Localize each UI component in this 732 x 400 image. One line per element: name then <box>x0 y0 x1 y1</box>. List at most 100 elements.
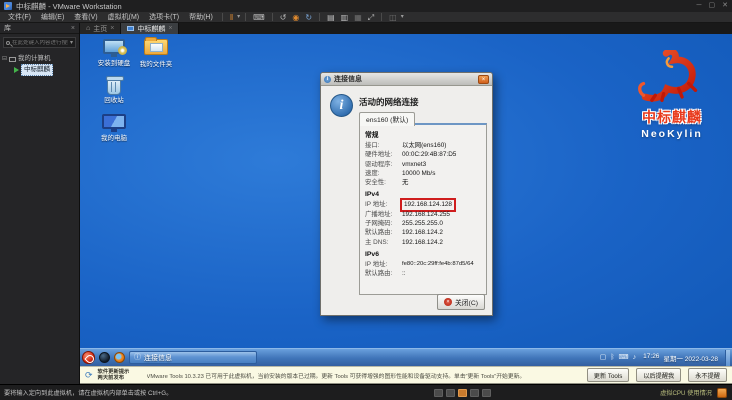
guest-desktop[interactable]: 安装到硬盘 我的文件夹 回收站 我的电脑 <box>80 34 732 366</box>
info-row: IP 地址:fe80::20c:29ff:fe4b:87d5/64 <box>365 260 481 269</box>
input-method-icon[interactable]: ⌨ <box>619 349 629 367</box>
dialog-body: i 活动的网络连接 ens160 (默认) 常规 接口:以太网(ens160) … <box>321 86 492 316</box>
computer-icon <box>9 57 16 62</box>
info-row: 接口:以太网(ens160) <box>365 141 481 150</box>
cdrom-icon[interactable] <box>446 389 455 397</box>
folder-icon <box>144 39 168 55</box>
toolbar-separator <box>319 13 320 21</box>
usb-icon[interactable] <box>470 389 479 397</box>
dialog-heading: 活动的网络连接 <box>359 96 419 108</box>
firefox-icon[interactable] <box>114 352 125 363</box>
app-launcher-icon[interactable] <box>99 352 110 363</box>
close-icon: × <box>444 298 452 306</box>
status-right-text: 虚拟CPU 使用情况 <box>660 388 712 397</box>
network-details-panel: 常规 接口:以太网(ens160) 硬件地址:00:0C:29:4B:87:D5… <box>359 123 487 295</box>
tab-close-icon[interactable]: × <box>110 25 114 32</box>
desktop-icon-install[interactable]: 安装到硬盘 <box>94 39 134 68</box>
remind-later-button[interactable]: 以后提醒我 <box>636 368 681 382</box>
info-row: 默认路由::: <box>365 269 481 278</box>
tree-item-label: 中标麒麟 <box>21 64 53 76</box>
taskbar-clock[interactable]: 17:26 星期一 2022-03-28 <box>640 353 721 363</box>
guest-taskbar: ⓘ 连接信息 ▢ ᛒ ⌨ ♪ 17:26 星期一 2022-03-28 <box>80 348 732 366</box>
title-bar: 中标麒麟 - VMware Workstation ─ ▢ ✕ <box>0 0 732 12</box>
library-close-icon[interactable]: × <box>71 25 75 32</box>
show-library-icon[interactable]: ▤ <box>324 12 338 23</box>
desktop-icon-my-computer[interactable]: 我的电脑 <box>94 114 134 143</box>
suspend-caret-icon[interactable]: ▾ <box>236 12 241 23</box>
info-row: 子网掩码:255.255.255.0 <box>365 219 481 228</box>
tab-vm-neokylin[interactable]: 中标麒麟 × <box>121 23 179 34</box>
maximize-button[interactable]: ▢ <box>709 0 716 12</box>
system-tray: ▢ ᛒ ⌨ ♪ 17:26 星期一 2022-03-28 <box>600 349 730 367</box>
thumbnail-bar-icon[interactable]: ▥ <box>338 12 352 23</box>
toolbar-separator <box>272 13 273 21</box>
snapshot-revert-icon[interactable]: ↺ <box>277 12 290 23</box>
expander-icon[interactable]: ⊟ <box>2 54 7 64</box>
taskbar-window-button[interactable]: ⓘ 连接信息 <box>129 351 257 364</box>
tab-close-icon[interactable]: × <box>168 25 172 32</box>
tab-vm-label: 中标麒麟 <box>137 24 165 34</box>
clock-time: 17:26 <box>643 353 659 363</box>
menu-bar: 文件(F) 编辑(E) 查看(V) 虚拟机(M) 选项卡(T) 帮助(H) ‖ … <box>0 12 732 23</box>
info-icon: ⓘ <box>134 351 141 364</box>
search-input[interactable] <box>12 40 68 46</box>
kylin-figure-icon <box>630 50 714 102</box>
chevron-down-icon[interactable]: ▾ <box>70 39 73 46</box>
vmware-status-bar: 要将输入定向到此虚拟机，请在虚拟机内部单击或按 Ctrl+G。 虚拟CPU 使用… <box>0 384 732 400</box>
logo-title-cn: 中标麒麟 <box>624 107 720 127</box>
suspend-icon[interactable]: ‖ <box>227 12 236 23</box>
library-title: 库 <box>4 23 11 33</box>
tab-home[interactable]: ⌂ 主页 × <box>80 23 121 34</box>
menu-help[interactable]: 帮助(H) <box>184 12 218 23</box>
close-button[interactable]: ✕ <box>722 0 728 12</box>
fullscreen-icon[interactable]: ⤢ <box>365 12 377 23</box>
menu-file[interactable]: 文件(F) <box>3 12 36 23</box>
dialog-close-icon[interactable]: × <box>478 75 489 84</box>
snapshot-manage-icon[interactable]: ↻ <box>302 12 315 23</box>
volume-icon[interactable]: ♪ <box>633 349 637 367</box>
menu-vm[interactable]: 虚拟机(M) <box>103 12 145 23</box>
info-row: 驱动程序:vmxnet3 <box>365 160 481 169</box>
dialog-close-button[interactable]: × 关闭(C) <box>437 294 485 310</box>
ctrl-alt-del-icon[interactable]: ⌨ <box>250 12 268 23</box>
never-remind-button[interactable]: 永不提醒 <box>688 368 727 382</box>
network-adapter-icon[interactable] <box>458 389 467 397</box>
minimize-button[interactable]: ─ <box>697 0 702 12</box>
harddisk-icon[interactable] <box>434 389 443 397</box>
desktop-icon-my-folder[interactable]: 我的文件夹 <box>136 39 176 69</box>
view-caret-icon[interactable]: ▾ <box>400 12 405 23</box>
section-ipv4: IPv4 <box>365 191 481 198</box>
unity-icon[interactable]: ◫ <box>386 12 400 23</box>
menu-edit[interactable]: 编辑(E) <box>36 12 69 23</box>
tab-ens160[interactable]: ens160 (默认) <box>359 112 415 126</box>
library-search[interactable]: ▾ <box>3 37 76 48</box>
connection-info-dialog: i 连接信息 × i 活动的网络连接 ens160 (默认) 常规 接口:以太网… <box>320 72 493 316</box>
menu-view[interactable]: 查看(V) <box>69 12 102 23</box>
menu-tabs[interactable]: 选项卡(T) <box>144 12 184 23</box>
my-computer-icon <box>102 114 126 129</box>
section-general: 常规 <box>365 129 481 139</box>
bluetooth-icon[interactable]: ᛒ <box>610 349 614 367</box>
message-indicator-icon[interactable] <box>717 388 727 398</box>
console-view-icon[interactable]: ▦ <box>351 12 365 23</box>
desktop-icon-recycle-bin[interactable]: 回收站 <box>94 78 134 105</box>
tree-item-my-computer[interactable]: ⊟ 我的计算机 <box>2 54 77 64</box>
search-icon <box>6 41 10 45</box>
sound-icon[interactable] <box>482 389 491 397</box>
update-tools-button[interactable]: 更新 Tools <box>587 368 630 382</box>
start-menu-icon[interactable] <box>82 351 95 364</box>
neokylin-logo: 中标麒麟 NeoKylin <box>624 50 720 140</box>
library-sidebar: 库 × ▾ ⊟ 我的计算机 中标麒麟 <box>0 23 80 384</box>
library-header: 库 × <box>0 23 79 34</box>
dialog-title: 连接信息 <box>334 74 362 84</box>
info-row-ip-address: IP 地址:192.168.124.128 <box>365 200 481 209</box>
network-tray-icon[interactable]: ▢ <box>600 349 607 367</box>
section-ipv6: IPv6 <box>365 251 481 258</box>
show-desktop-button[interactable] <box>725 350 730 366</box>
taskbar-window-label: 连接信息 <box>144 353 172 363</box>
tree-item-neokylin[interactable]: 中标麒麟 <box>2 64 77 76</box>
vmware-app-icon <box>4 2 12 10</box>
dialog-title-bar[interactable]: i 连接信息 × <box>321 73 492 86</box>
snapshot-take-icon[interactable]: ◉ <box>289 12 302 23</box>
logo-title-en: NeoKylin <box>624 128 720 140</box>
